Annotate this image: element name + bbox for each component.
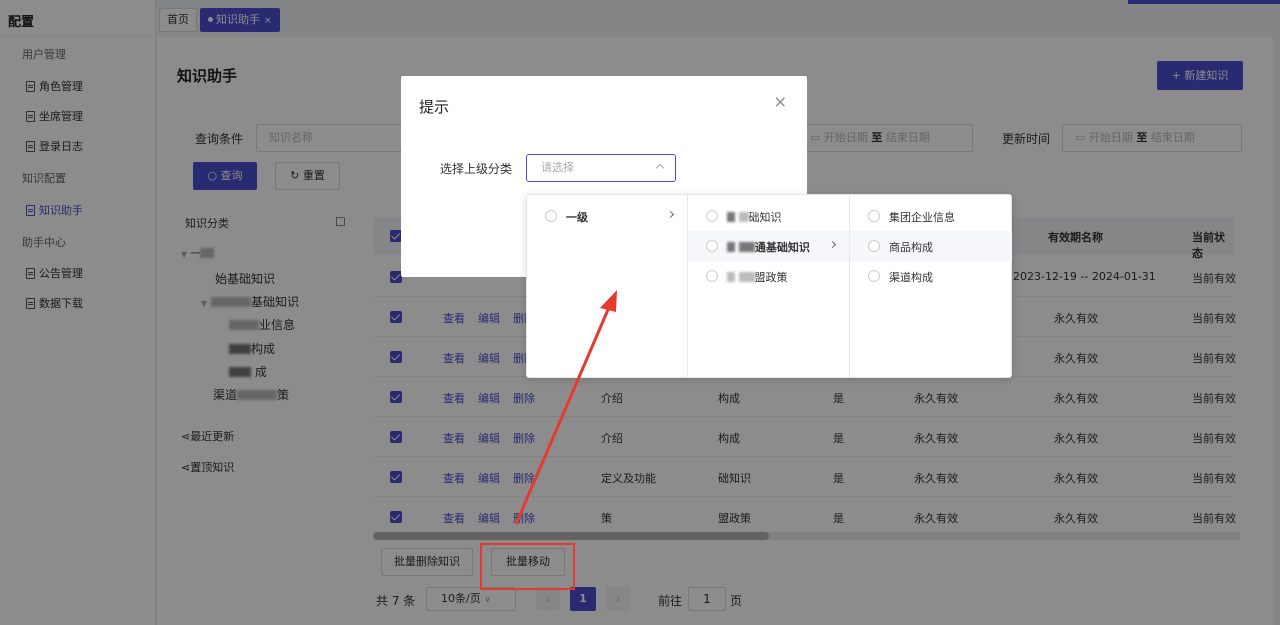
arrow-shaft (514, 304, 612, 525)
arrow-head (600, 290, 617, 312)
annotation-arrow (514, 290, 617, 525)
